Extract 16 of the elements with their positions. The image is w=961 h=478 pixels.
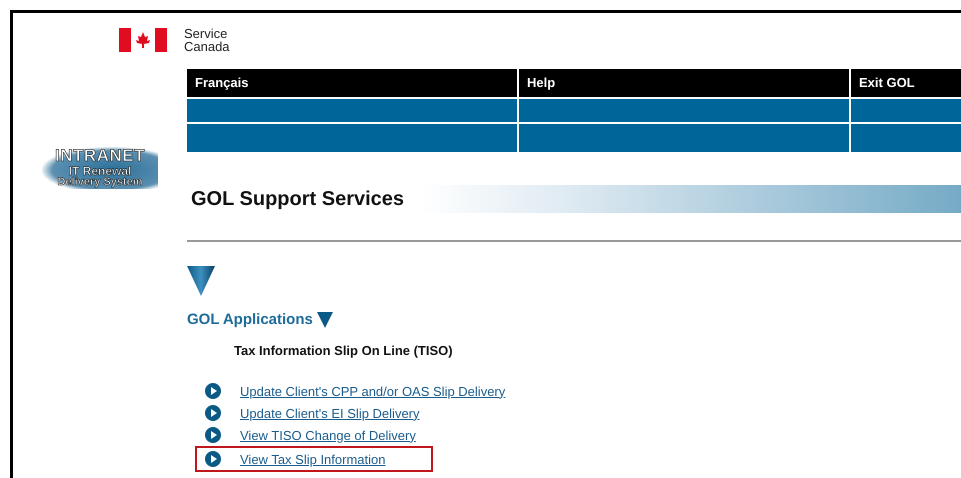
link[interactable]: Update Client's EI Slip Delivery <box>240 406 420 420</box>
triangle-icon <box>316 312 333 328</box>
triangle-icon <box>187 266 215 296</box>
nav-link[interactable]: Exit GOL <box>851 69 961 97</box>
flag-icon <box>119 28 167 52</box>
nav-link[interactable]: Help <box>519 69 849 97</box>
page-title: GOL Support Services <box>191 188 404 210</box>
brand-text: Canada <box>184 40 230 53</box>
section-title: GOL Applications <box>187 311 313 328</box>
subsection-title: Tax Information Slip On Line (TISO) <box>234 343 454 358</box>
nav-link[interactable]: Français <box>187 69 517 97</box>
brand-text: Service <box>184 27 228 40</box>
link[interactable]: View TISO Change of Delivery <box>240 428 416 442</box>
link[interactable]: Update Client's CPP and/or OAS Slip Delivery <box>240 384 506 398</box>
link[interactable]: View Tax Slip Information <box>240 452 386 466</box>
intranet-logo: INTRANET IT Renewal Delivery System <box>42 147 158 189</box>
